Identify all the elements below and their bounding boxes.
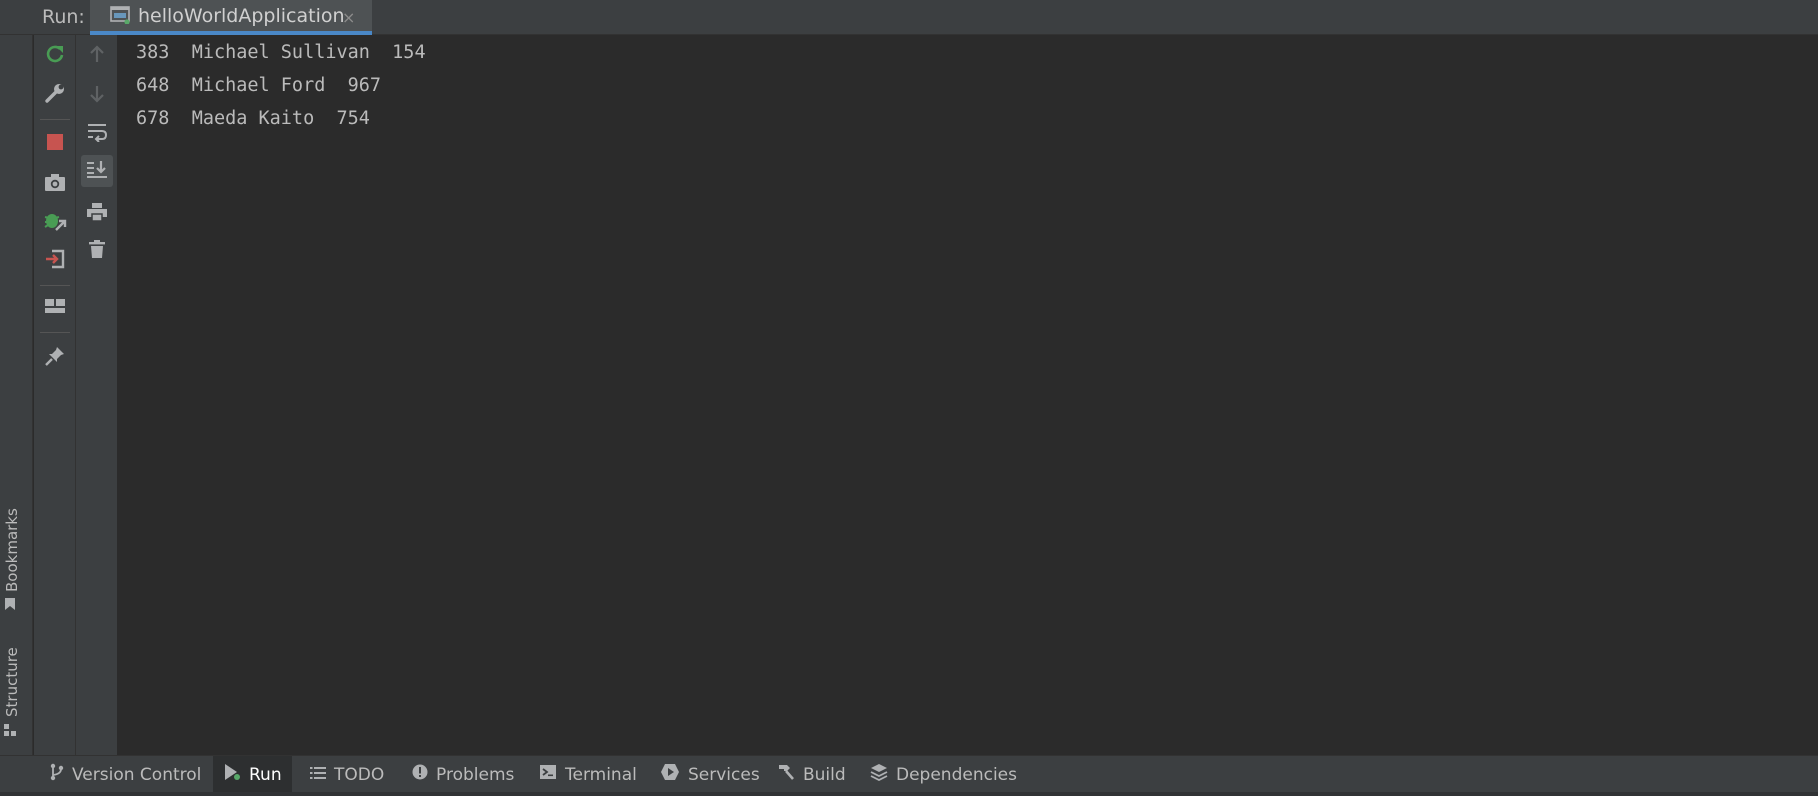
branch-icon	[50, 763, 64, 786]
next-occurrence-button[interactable]	[84, 83, 110, 109]
up-arrow-icon	[88, 44, 106, 68]
tab-title: helloWorldApplication	[138, 5, 345, 27]
pin-tab-button[interactable]	[42, 345, 68, 371]
toolbar-separator	[40, 119, 70, 120]
structure-icon	[3, 723, 21, 737]
tab-label: Build	[803, 764, 846, 785]
bookmark-icon	[3, 598, 21, 610]
restore-layout-button[interactable]	[42, 295, 68, 321]
soft-wrap-button[interactable]	[84, 121, 110, 147]
tab-hello-world-application[interactable]: helloWorldApplication ×	[90, 0, 372, 35]
pin-icon	[44, 345, 66, 371]
left-tool-strip: Bookmarks Structure	[0, 35, 33, 755]
print-button[interactable]	[84, 201, 110, 227]
thread-dump-button[interactable]	[42, 171, 68, 197]
tab-label: Version Control	[72, 764, 202, 785]
tab-label: Dependencies	[896, 764, 1017, 785]
rerun-button[interactable]	[42, 43, 68, 69]
tab-version-control[interactable]: Version Control	[40, 756, 211, 793]
exit-icon	[44, 248, 66, 274]
tab-run[interactable]: Run	[213, 756, 292, 793]
console-actions-toolbar	[76, 35, 118, 755]
toolbar-separator	[40, 332, 70, 333]
bottom-tool-bar: Version Control Run TODO Problems Termin…	[0, 755, 1818, 796]
stop-icon	[46, 133, 64, 155]
settings-button[interactable]	[42, 82, 68, 108]
console-output[interactable]: 383 Michael Sullivan 154 648 Michael For…	[118, 35, 1818, 755]
tab-label: Terminal	[565, 764, 637, 785]
run-label: Run:	[42, 6, 85, 28]
console-line: 678 Maeda Kaito 754	[136, 108, 370, 129]
run-tool-header: Run: helloWorldApplication ×	[0, 0, 1818, 35]
exit-button[interactable]	[42, 248, 68, 274]
tab-problems[interactable]: Problems	[402, 756, 524, 793]
clear-all-button[interactable]	[84, 238, 110, 264]
wrench-icon	[44, 82, 66, 108]
bookmarks-tab[interactable]: Bookmarks	[3, 508, 21, 610]
run-actions-toolbar	[34, 35, 76, 755]
structure-tab[interactable]: Structure	[3, 647, 21, 737]
tab-terminal[interactable]: Terminal	[529, 756, 647, 793]
tab-label: Run	[249, 764, 282, 785]
tab-services[interactable]: Services	[650, 756, 770, 793]
rerun-icon	[44, 43, 66, 69]
previous-occurrence-button[interactable]	[84, 43, 110, 69]
list-icon	[310, 765, 326, 785]
play-icon	[223, 763, 241, 786]
terminal-icon	[539, 764, 557, 785]
tab-build[interactable]: Build	[765, 756, 856, 793]
tab-label: Problems	[436, 764, 515, 785]
console-line: 648 Michael Ford 967	[136, 75, 382, 96]
toolbar-separator	[40, 285, 70, 286]
trash-icon	[88, 239, 106, 263]
layout-icon	[44, 297, 66, 319]
warning-icon	[412, 764, 428, 785]
down-arrow-icon	[88, 84, 106, 108]
debug-attach-icon	[43, 209, 67, 235]
tab-dependencies[interactable]: Dependencies	[860, 756, 1027, 793]
structure-label: Structure	[3, 647, 21, 717]
close-icon[interactable]: ×	[342, 8, 355, 27]
run-config-icon	[110, 6, 130, 25]
hammer-icon	[775, 763, 795, 786]
tab-todo[interactable]: TODO	[300, 756, 394, 793]
console-line: 383 Michael Sullivan 154	[136, 42, 426, 63]
soft-wrap-icon	[86, 122, 108, 146]
camera-icon	[44, 172, 66, 196]
tab-label: Services	[688, 764, 760, 785]
attach-debugger-button[interactable]	[42, 209, 68, 235]
bookmarks-label: Bookmarks	[3, 508, 21, 592]
stop-button[interactable]	[42, 131, 68, 157]
print-icon	[86, 202, 108, 226]
services-icon	[660, 763, 680, 786]
scroll-to-end-icon	[86, 159, 108, 183]
scroll-to-end-button[interactable]	[81, 155, 113, 187]
layers-icon	[870, 763, 888, 786]
tab-label: TODO	[334, 764, 385, 785]
bottom-edge	[0, 792, 1818, 796]
